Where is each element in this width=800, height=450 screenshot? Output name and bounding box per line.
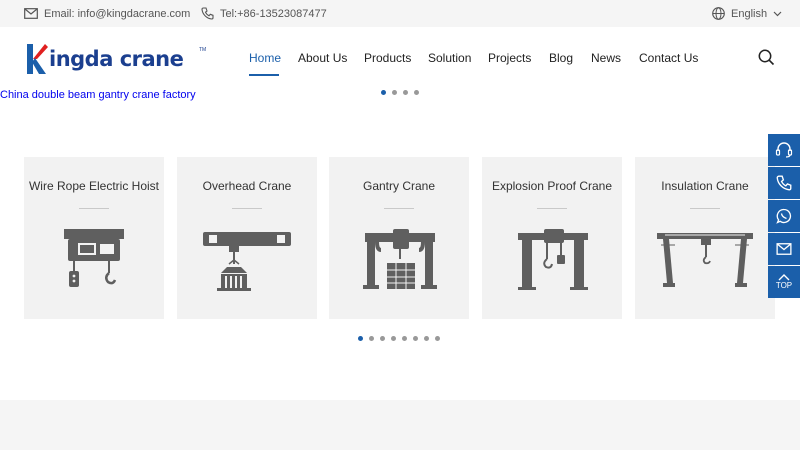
customer-service-icon (775, 142, 793, 158)
top-bar: Email: info@kingdacrane.com Tel:+86-1352… (0, 0, 800, 27)
email-contact[interactable]: Email: info@kingdacrane.com (24, 0, 190, 27)
next-section-band (0, 400, 800, 450)
logo-wordmark: ingda crane (49, 47, 184, 71)
card-divider (690, 208, 720, 209)
nav-active-indicator (249, 74, 279, 76)
back-to-top-button[interactable]: TOP (768, 266, 800, 298)
mail-icon (776, 243, 792, 255)
banner-image-alt[interactable]: China double beam gantry crane factory (0, 89, 196, 101)
chevron-down-icon (773, 11, 782, 16)
banner-pagination (381, 90, 419, 95)
back-to-top-label: TOP (775, 281, 793, 290)
product-dot[interactable] (435, 336, 440, 341)
site-header: ingda crane TM Home About Us Products So… (0, 27, 800, 89)
product-dot[interactable] (358, 336, 363, 341)
site-logo[interactable]: ingda crane TM (24, 41, 206, 77)
email-text: Email: info@kingdacrane.com (44, 7, 191, 20)
phone-text: Tel:+86-13523087477 (220, 7, 327, 20)
search-icon (758, 49, 775, 66)
language-label: English (731, 7, 768, 20)
product-dot[interactable] (413, 336, 418, 341)
nav-contact-us[interactable]: Contact Us (639, 51, 698, 65)
nav-about-us[interactable]: About Us (298, 51, 347, 65)
product-dot[interactable] (424, 336, 429, 341)
product-card[interactable]: Gantry Crane (329, 157, 469, 319)
product-pagination (358, 336, 440, 341)
product-dot[interactable] (369, 336, 374, 341)
card-divider (232, 208, 262, 209)
search-button[interactable] (758, 49, 775, 71)
phone-icon (776, 175, 792, 191)
product-card-title: Gantry Crane (362, 179, 436, 193)
globe-icon (712, 7, 725, 20)
banner-dot[interactable] (381, 90, 386, 95)
overhead-crane-icon (203, 232, 291, 291)
nav-news[interactable]: News (591, 51, 621, 65)
card-divider (79, 208, 109, 209)
logo-k-mark-icon (27, 44, 48, 74)
gantry-crane-icon (363, 229, 437, 289)
language-selector[interactable]: English (712, 0, 782, 27)
nav-home[interactable]: Home (249, 51, 281, 65)
product-card-title: Overhead Crane (202, 179, 292, 193)
customer-service-button[interactable] (768, 134, 800, 166)
explosion-proof-crane-icon (518, 229, 588, 290)
card-divider (537, 208, 567, 209)
mail-icon (24, 8, 38, 19)
phone-button[interactable] (768, 167, 800, 199)
product-card[interactable]: Insulation Crane (635, 157, 775, 319)
phone-icon (201, 7, 214, 20)
nav-projects[interactable]: Projects (488, 51, 531, 65)
banner-dot[interactable] (414, 90, 419, 95)
nav-products[interactable]: Products (364, 51, 411, 65)
email-button[interactable] (768, 233, 800, 265)
product-dot[interactable] (380, 336, 385, 341)
product-card[interactable]: Overhead Crane (177, 157, 317, 319)
card-divider (384, 208, 414, 209)
product-card[interactable]: Wire Rope Electric Hoist (24, 157, 164, 319)
nav-blog[interactable]: Blog (549, 51, 573, 65)
product-card-title: Explosion Proof Crane (491, 179, 613, 193)
product-dot[interactable] (402, 336, 407, 341)
product-card-title: Wire Rope Electric Hoist (28, 179, 160, 193)
logo-trademark: TM (199, 47, 207, 53)
phone-contact[interactable]: Tel:+86-13523087477 (201, 0, 327, 27)
electric-hoist-icon (64, 229, 124, 287)
back-to-top-icon (778, 274, 790, 281)
product-card-title: Insulation Crane (661, 179, 749, 193)
banner-dot[interactable] (403, 90, 408, 95)
banner-dot[interactable] (392, 90, 397, 95)
product-dot[interactable] (391, 336, 396, 341)
insulation-crane-icon (657, 233, 753, 287)
whatsapp-icon (776, 208, 792, 224)
product-card[interactable]: Explosion Proof Crane (482, 157, 622, 319)
nav-solution[interactable]: Solution (428, 51, 471, 65)
whatsapp-button[interactable] (768, 200, 800, 232)
